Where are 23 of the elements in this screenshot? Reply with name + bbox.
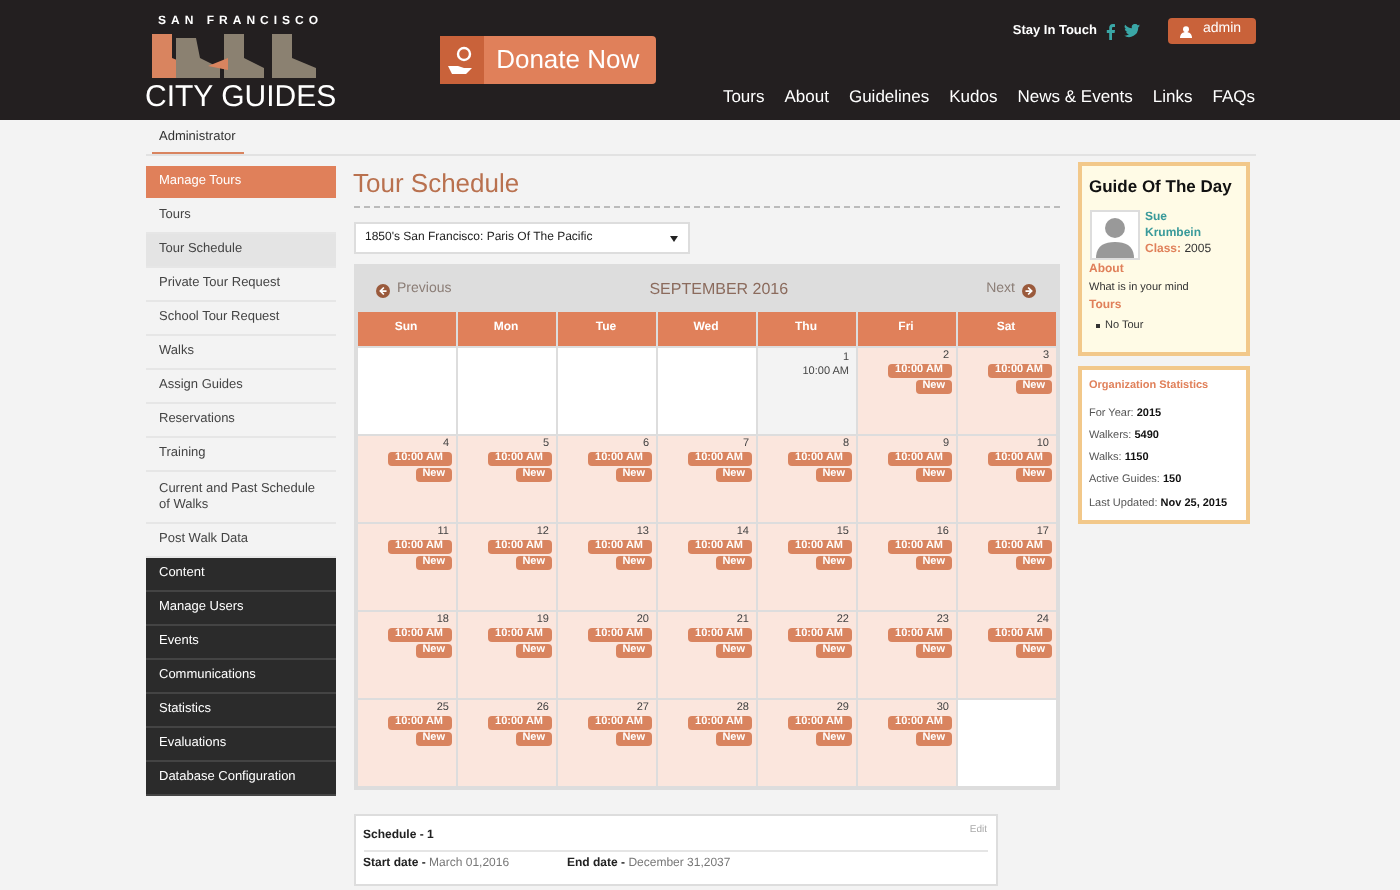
card-title: Guide Of The Day	[1089, 174, 1234, 200]
nav-link[interactable]: News & Events	[1017, 84, 1133, 110]
month-title: SEPTEMBER 2016	[649, 278, 789, 302]
right-arrow-icon	[1022, 283, 1037, 297]
facebook-icon[interactable]	[1105, 23, 1115, 39]
nav-link[interactable]: Links	[1152, 84, 1193, 110]
calendar-cell	[957, 700, 1055, 786]
logo-title: CITY GUIDES	[145, 82, 337, 114]
calendar-cell	[457, 348, 555, 434]
nav-link[interactable]: Tours	[722, 84, 765, 110]
user-icon	[1179, 25, 1191, 37]
dropdown-caret-icon	[669, 235, 677, 241]
donate-button[interactable]: Donate Now	[440, 36, 656, 84]
calendar-cell	[357, 348, 455, 434]
calendar-cell	[557, 348, 655, 434]
avatar-silhouette-icon	[1089, 209, 1139, 260]
nav-link[interactable]: FAQs	[1212, 84, 1255, 110]
nav-link[interactable]: About	[784, 84, 829, 110]
left-arrow-icon	[375, 283, 389, 297]
page-title: Tour Schedule	[353, 166, 522, 202]
twitter-icon[interactable]	[1123, 24, 1139, 38]
nav-link[interactable]: Guidelines	[848, 84, 930, 110]
nav-link[interactable]: Kudos	[949, 84, 998, 110]
